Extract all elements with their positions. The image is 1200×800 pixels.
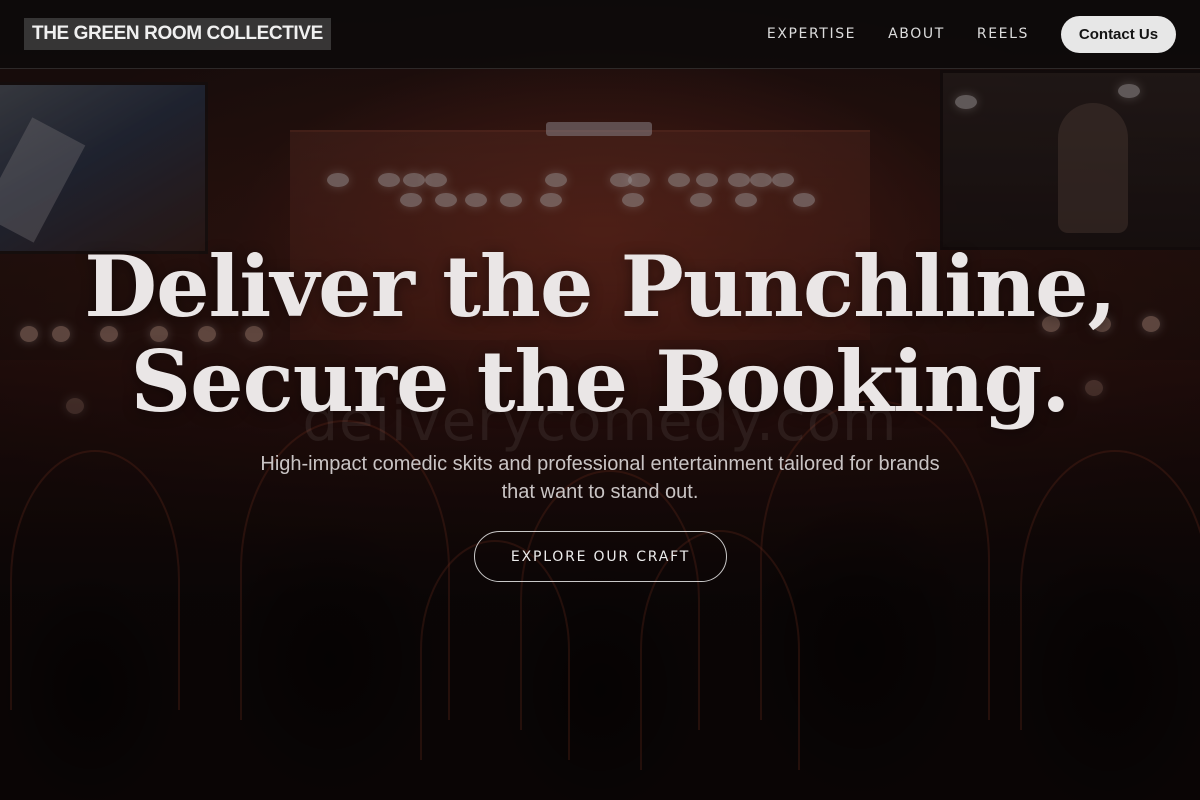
- headline-line-2: Secure the Booking.: [130, 332, 1070, 431]
- brand-logo[interactable]: THE GREEN ROOM COLLECTIVE: [24, 18, 331, 50]
- main-nav: EXPERTISE ABOUT REELS Contact Us: [767, 15, 1176, 53]
- top-navbar: THE GREEN ROOM COLLECTIVE EXPERTISE ABOU…: [0, 0, 1200, 69]
- headline-line-1: Deliver the Punchline,: [84, 237, 1117, 336]
- contact-us-button[interactable]: Contact Us: [1061, 15, 1176, 53]
- hero-subtitle: High-impact comedic skits and profession…: [260, 453, 940, 503]
- hero-headline: Deliver the Punchline, Secure the Bookin…: [0, 239, 1200, 429]
- nav-link-reels[interactable]: REELS: [977, 26, 1029, 42]
- explore-craft-button[interactable]: EXPLORE OUR CRAFT: [474, 531, 727, 582]
- hero-section: deliverycomedy.com Deliver the Punchline…: [0, 69, 1200, 800]
- nav-link-expertise[interactable]: EXPERTISE: [767, 26, 856, 42]
- nav-link-about[interactable]: ABOUT: [888, 26, 945, 42]
